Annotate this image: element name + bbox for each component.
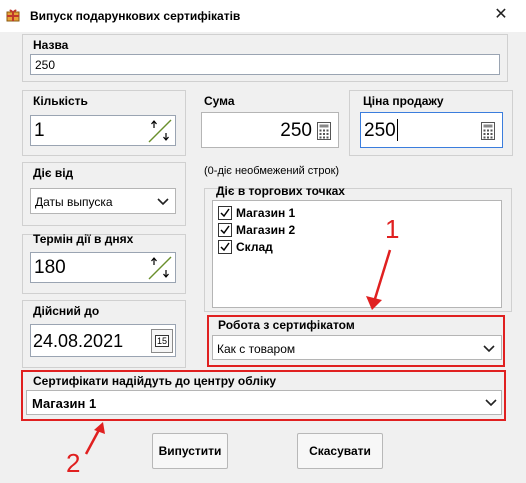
cancel-button-label: Скасувати: [309, 444, 371, 458]
checkbox[interactable]: [218, 223, 232, 237]
store-label: Магазин 2: [236, 223, 296, 237]
cert-work-select[interactable]: Как с товаром: [212, 335, 502, 360]
center-select[interactable]: Магазин 1: [26, 390, 502, 415]
cert-work-label: Робота з сертифікатом: [218, 318, 355, 332]
chevron-down-icon[interactable]: [157, 198, 169, 206]
term-label: Термін дії в днях: [33, 232, 134, 246]
annotation-number-1: 1: [385, 214, 400, 244]
calculator-icon[interactable]: [481, 122, 495, 140]
spin-up-down-icon[interactable]: [146, 117, 174, 145]
issue-button[interactable]: Випустити: [152, 433, 228, 469]
sum-value: 250: [280, 120, 312, 141]
annotation-arrow-1: [366, 249, 392, 310]
checkmark-icon: [220, 208, 230, 218]
center-label: Сертифікати надійдуть до центру обліку: [33, 374, 277, 388]
cancel-button[interactable]: Скасувати: [297, 433, 383, 469]
calendar-icon[interactable]: 15: [151, 329, 173, 353]
name-value: 250: [35, 58, 56, 72]
calculator-icon[interactable]: [317, 122, 331, 140]
term-value: 180: [34, 257, 66, 278]
valid-from-label: Діє від: [33, 166, 74, 180]
sale-price-value: 250: [364, 120, 396, 141]
name-input[interactable]: 250: [30, 54, 500, 75]
store-label: Магазин 1: [236, 206, 296, 220]
valid-from-select[interactable]: Даты выпуска: [30, 188, 176, 214]
issue-button-label: Випустити: [158, 444, 222, 458]
stores-label: Діє в торгових точках: [216, 184, 345, 198]
checkbox[interactable]: [218, 240, 232, 254]
chevron-down-icon[interactable]: [483, 345, 495, 353]
valid-until-value: 24.08.2021: [33, 331, 124, 351]
cert-work-value: Как с товаром: [217, 342, 296, 356]
chevron-down-icon[interactable]: [485, 399, 497, 407]
sum-input[interactable]: 250: [201, 112, 339, 148]
annotation-arrow-2: [84, 422, 105, 455]
quantity-value: 1: [34, 120, 45, 141]
term-note: (0-діє необмежений строк): [204, 165, 340, 177]
quantity-input[interactable]: 1: [30, 115, 176, 146]
center-value: Магазин 1: [32, 396, 97, 411]
store-label: Склад: [236, 240, 273, 254]
checkmark-icon: [220, 225, 230, 235]
sale-price-input[interactable]: 250: [360, 112, 503, 148]
close-button[interactable]: ✕: [488, 2, 514, 28]
sale-price-label: Ціна продажу: [363, 94, 444, 108]
window-title: Випуск подарункових сертифікатів: [30, 9, 241, 23]
sum-label: Сума: [204, 94, 235, 108]
text-caret: [397, 119, 398, 141]
checkbox[interactable]: [218, 206, 232, 220]
spin-up-down-icon[interactable]: [146, 254, 174, 282]
name-label: Назва: [33, 38, 69, 52]
term-input[interactable]: 180: [30, 252, 176, 283]
valid-until-input[interactable]: 24.08.2021 15: [30, 324, 176, 357]
calendar-day: 15: [155, 335, 170, 347]
quantity-label: Кількість: [33, 94, 88, 108]
gift-app-icon: [6, 9, 20, 22]
valid-until-label: Дійсний до: [33, 304, 100, 318]
checkmark-icon: [220, 242, 230, 252]
annotation-number-2: 2: [66, 448, 81, 478]
title-bar: Випуск подарункових сертифікатів ✕: [0, 0, 526, 32]
valid-from-value: Даты выпуска: [35, 195, 113, 209]
